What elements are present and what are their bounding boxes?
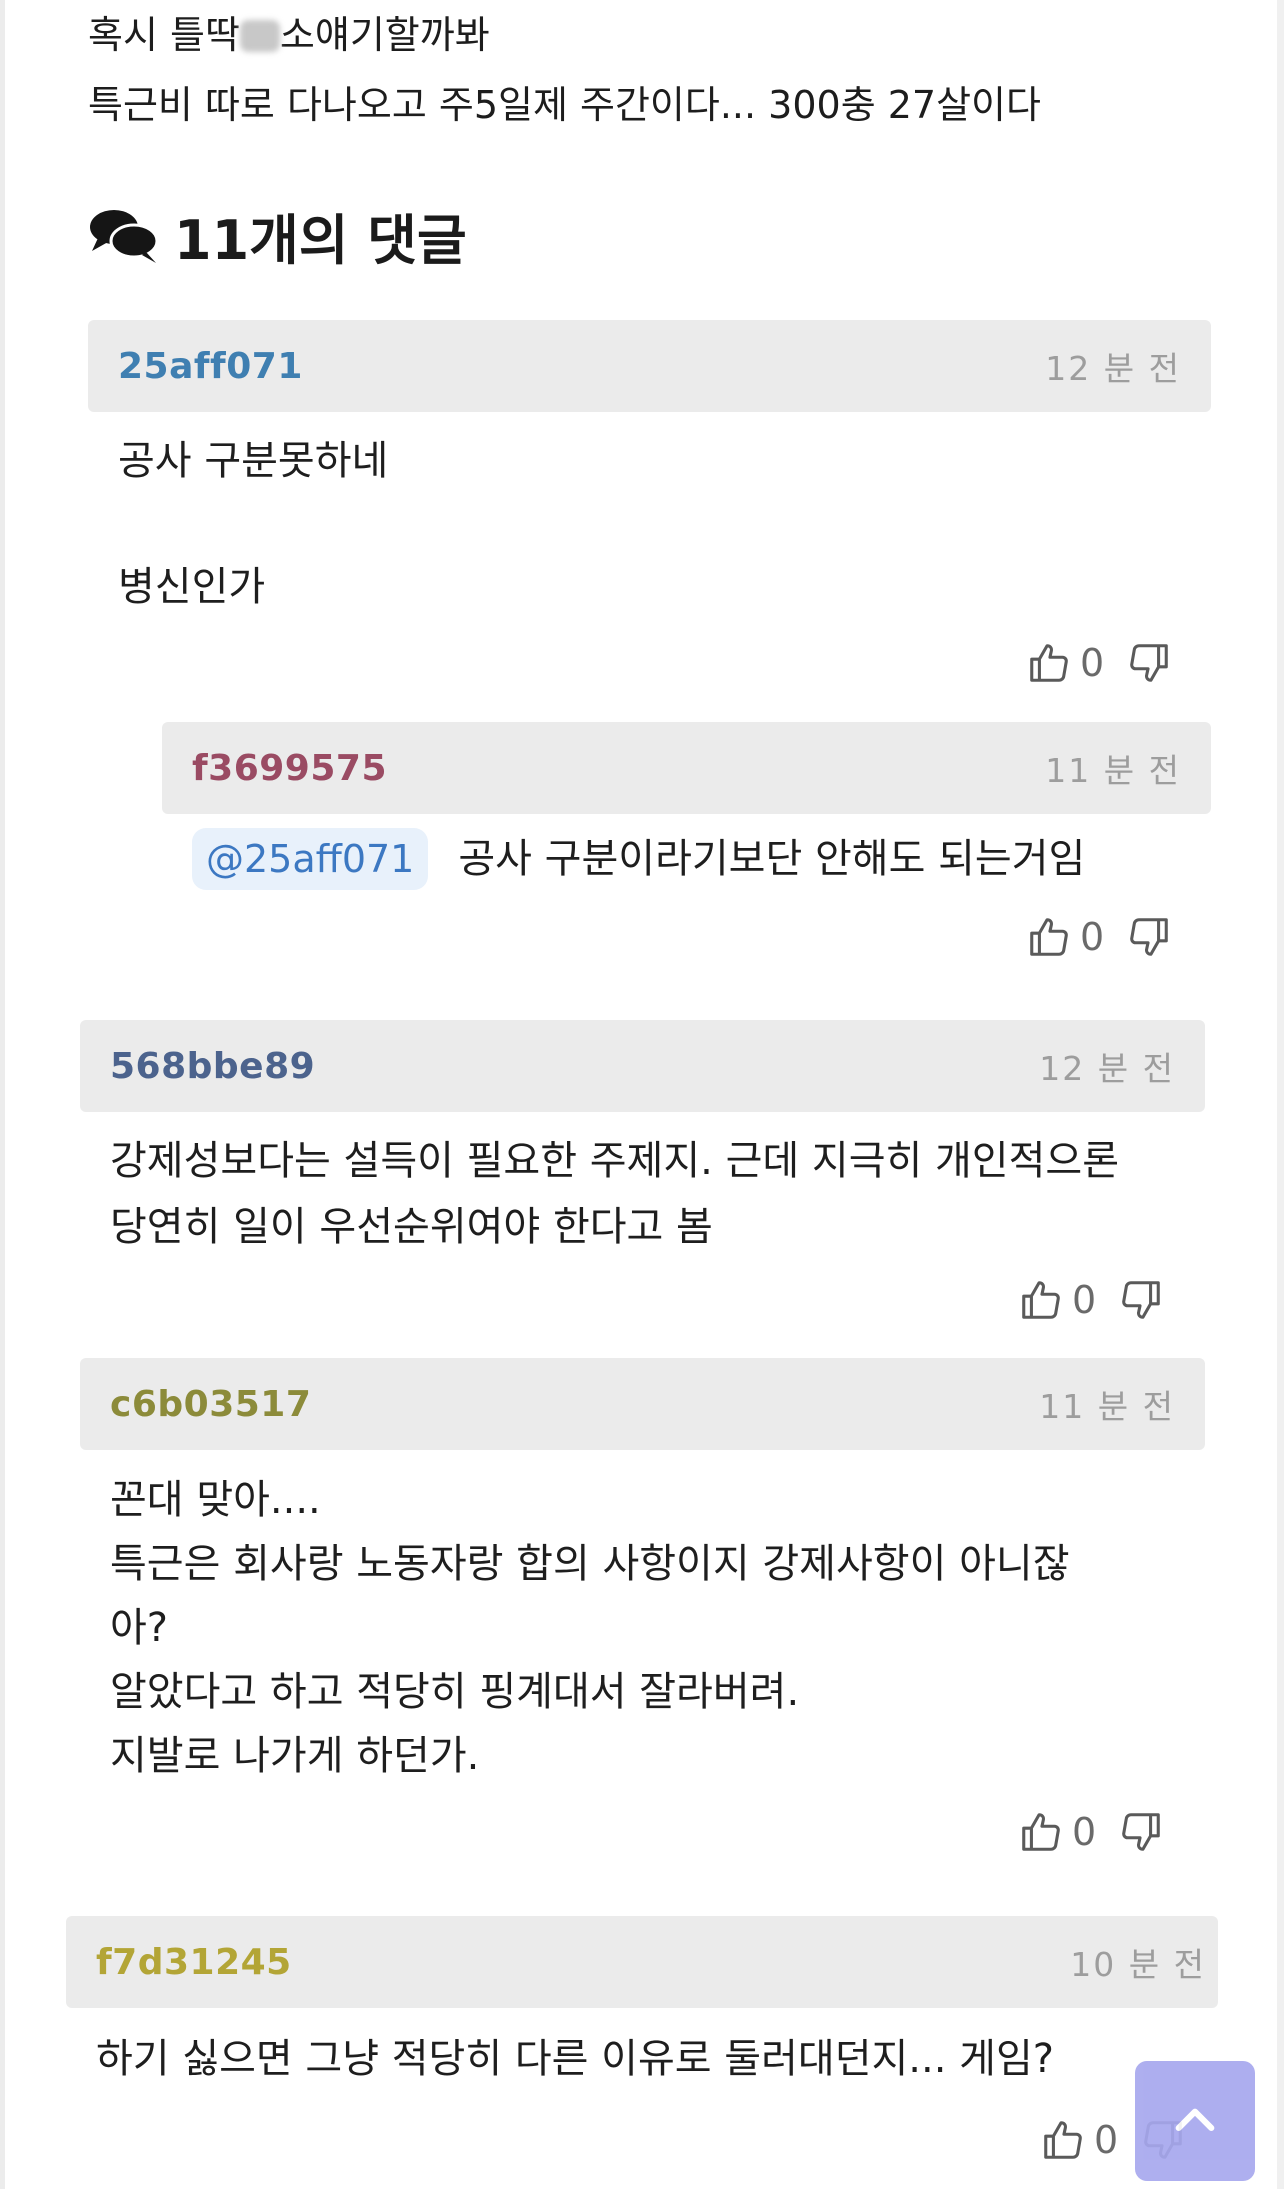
comment-body: 공사 구분못하네 병신인가 <box>118 428 388 620</box>
comment-time: 12 분 전 <box>1039 1049 1175 1088</box>
reply-meta: f3699575 11 분 전 <box>162 722 1211 814</box>
comments-header: 11개의 댓글 <box>88 200 467 272</box>
comment-meta: c6b03517 11 분 전 <box>80 1358 1205 1450</box>
page-right-edge <box>1277 0 1284 2189</box>
comment-actions: 0 <box>1026 910 1172 964</box>
comment-actions: 0 <box>1018 1273 1164 1327</box>
reply-text: 공사 구분이라기보단 안해도 되는거임 <box>458 836 1086 882</box>
comment-meta: 568bbe89 12 분 전 <box>80 1020 1205 1112</box>
mention-tag[interactable]: @25aff071 <box>192 828 429 890</box>
comment-time: 11 분 전 <box>1045 751 1181 790</box>
comment-line: 병신인가 <box>118 564 266 610</box>
thumbs-down-icon[interactable] <box>1126 640 1172 686</box>
comment-line: 아? <box>110 1605 169 1651</box>
comment-body: 하기 싫으면 그냥 적당히 다른 이유로 둘러대던지... 게임? <box>96 2026 1054 2092</box>
comment-line: 하기 싫으면 그냥 적당히 다른 이유로 둘러대던지... 게임? <box>96 2036 1054 2082</box>
comment-line: 강제성보다는 설득이 필요한 주제지. 근데 지극히 개인적으론 <box>110 1138 1120 1184</box>
chevron-up-icon <box>1175 2108 1215 2132</box>
comment-line: 당연히 일이 우선순위여야 한다고 봄 <box>110 1204 713 1250</box>
comment-body: 강제성보다는 설득이 필요한 주제지. 근데 지극히 개인적으론 당연히 일이 … <box>110 1128 1119 1260</box>
reply-body: @25aff071 공사 구분이라기보단 안해도 되는거임 <box>192 828 1085 890</box>
comment-time: 10 분 전 <box>1070 1945 1206 1984</box>
page-left-edge <box>0 0 5 2189</box>
blurred-word <box>239 20 280 52</box>
thumbs-down-icon[interactable] <box>1118 1809 1164 1855</box>
comment-line: 특근은 회사랑 노동자랑 합의 사항이지 강제사항이 아니잖 <box>110 1541 1070 1587</box>
comments-count-title: 11개의 댓글 <box>174 208 467 272</box>
comment-author[interactable]: 25aff071 <box>118 346 303 387</box>
like-count: 0 <box>1072 1278 1097 1322</box>
thumbs-down-icon[interactable] <box>1126 914 1172 960</box>
thumbs-up-icon[interactable] <box>1018 1809 1064 1855</box>
comment-author[interactable]: c6b03517 <box>110 1384 311 1425</box>
post-text-line-1-start: 혹시 틀딱 <box>88 13 240 57</box>
thumbs-up-icon[interactable] <box>1018 1277 1064 1323</box>
comment-author[interactable]: 568bbe89 <box>110 1046 315 1087</box>
thumbs-down-icon[interactable] <box>1118 1277 1164 1323</box>
comment-meta: 25aff071 12 분 전 <box>88 320 1211 412</box>
comments-icon <box>90 210 159 263</box>
like-count: 0 <box>1072 1810 1097 1854</box>
comment-actions: 0 <box>1026 636 1172 690</box>
comment-time: 12 분 전 <box>1045 349 1181 388</box>
comment-author[interactable]: f7d31245 <box>96 1942 292 1983</box>
thumbs-up-icon[interactable] <box>1040 2117 1086 2163</box>
comment-line: 지발로 나가게 하던가. <box>110 1733 480 1779</box>
comment-author[interactable]: f3699575 <box>192 748 387 789</box>
comment-time: 11 분 전 <box>1039 1387 1175 1426</box>
comment-line: 공사 구분못하네 <box>118 438 389 484</box>
comment-actions: 0 <box>1018 1805 1164 1859</box>
like-count: 0 <box>1080 915 1105 959</box>
scroll-to-top-button[interactable] <box>1135 2061 1255 2181</box>
thumbs-up-icon[interactable] <box>1026 640 1072 686</box>
post-text-line-1: 혹시 틀딱 소얘기할까봐 <box>88 10 490 60</box>
post-text-line-1-end: 소얘기할까봐 <box>279 13 490 57</box>
comment-blank-line <box>118 494 388 554</box>
like-count: 0 <box>1080 641 1105 685</box>
post-text-line-2: 특근비 따로 다나오고 주5일제 주간이다... 300충 27살이다 <box>88 83 1041 127</box>
comment-body: 꼰대 맞아.... 특근은 회사랑 노동자랑 합의 사항이지 강제사항이 아니잖… <box>110 1468 1070 1788</box>
comment-meta: f7d31245 10 분 전 <box>66 1916 1218 2008</box>
comment-line: 알았다고 하고 적당히 핑계대서 잘라버려. <box>110 1669 800 1715</box>
comment-line: 꼰대 맞아.... <box>110 1477 321 1523</box>
thumbs-up-icon[interactable] <box>1026 914 1072 960</box>
like-count: 0 <box>1094 2118 1119 2162</box>
